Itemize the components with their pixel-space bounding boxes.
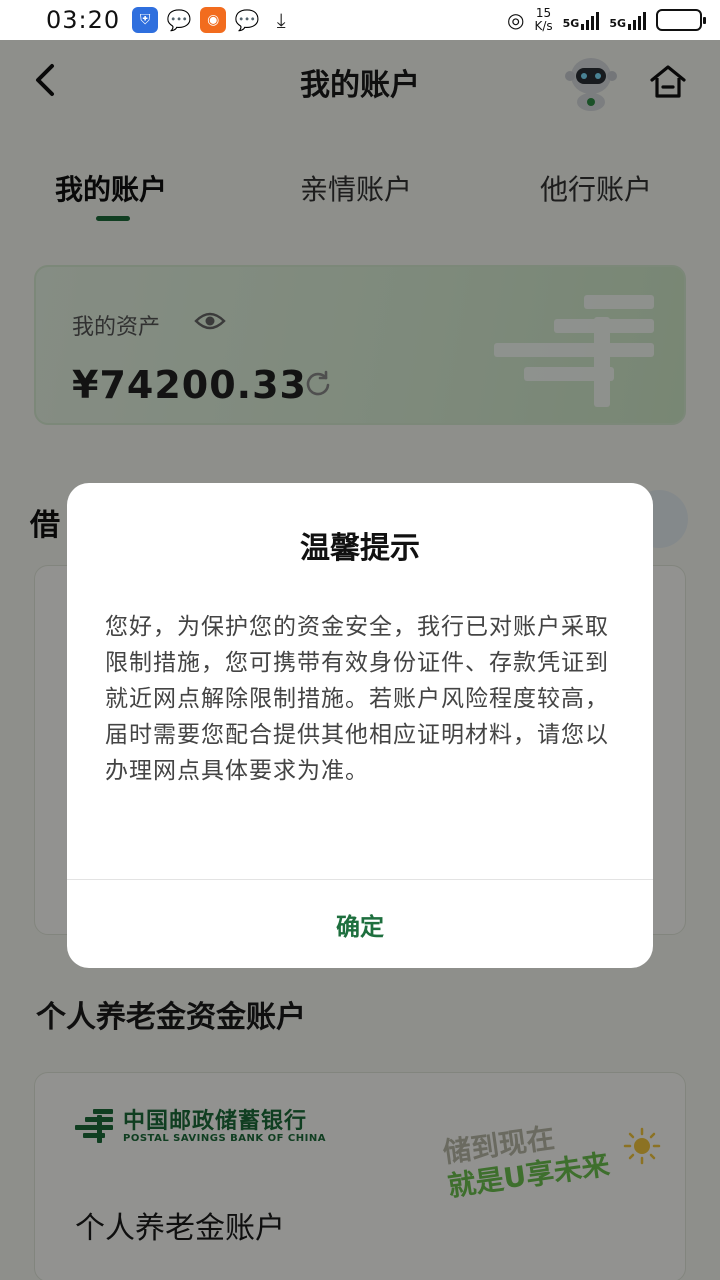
nfc-icon: ◎: [507, 8, 525, 32]
battery-icon: [656, 9, 706, 31]
net-speed: 15 K/s: [534, 6, 553, 33]
status-right: ◎ 15 K/s 5G 5G: [507, 6, 706, 33]
dialog-message: 您好，为保护您的资金安全，我行已对账户采取限制措施，您可携带有效身份证件、存款凭…: [105, 614, 609, 784]
warning-dialog: 温馨提示 您好，为保护您的资金安全，我行已对账户采取限制措施，您可携带有效身份证…: [67, 483, 653, 968]
status-bar: 03:20 ⛨ 💬 ◉ 💬 ⤓ ◎ 15 K/s 5G 5G: [0, 0, 720, 40]
shopping-app-icon: ◉: [200, 7, 227, 33]
dialog-title: 温馨提示: [300, 531, 420, 566]
download-icon: ⤓: [276, 8, 286, 32]
signal-bars-icon: [581, 10, 600, 30]
wechat-icon-2: 💬: [234, 8, 260, 32]
notification-icons: ⛨ 💬 ◉ 💬 ⤓: [132, 7, 294, 33]
wechat-icon: 💬: [166, 8, 192, 32]
status-time: 03:20: [46, 6, 121, 34]
confirm-button[interactable]: 确定: [67, 880, 653, 968]
signal-5g-1: 5G: [563, 10, 600, 30]
signal-bars-icon-2: [628, 10, 646, 30]
shield-app-icon: ⛨: [132, 7, 159, 33]
signal-5g-2: 5G: [609, 10, 646, 30]
